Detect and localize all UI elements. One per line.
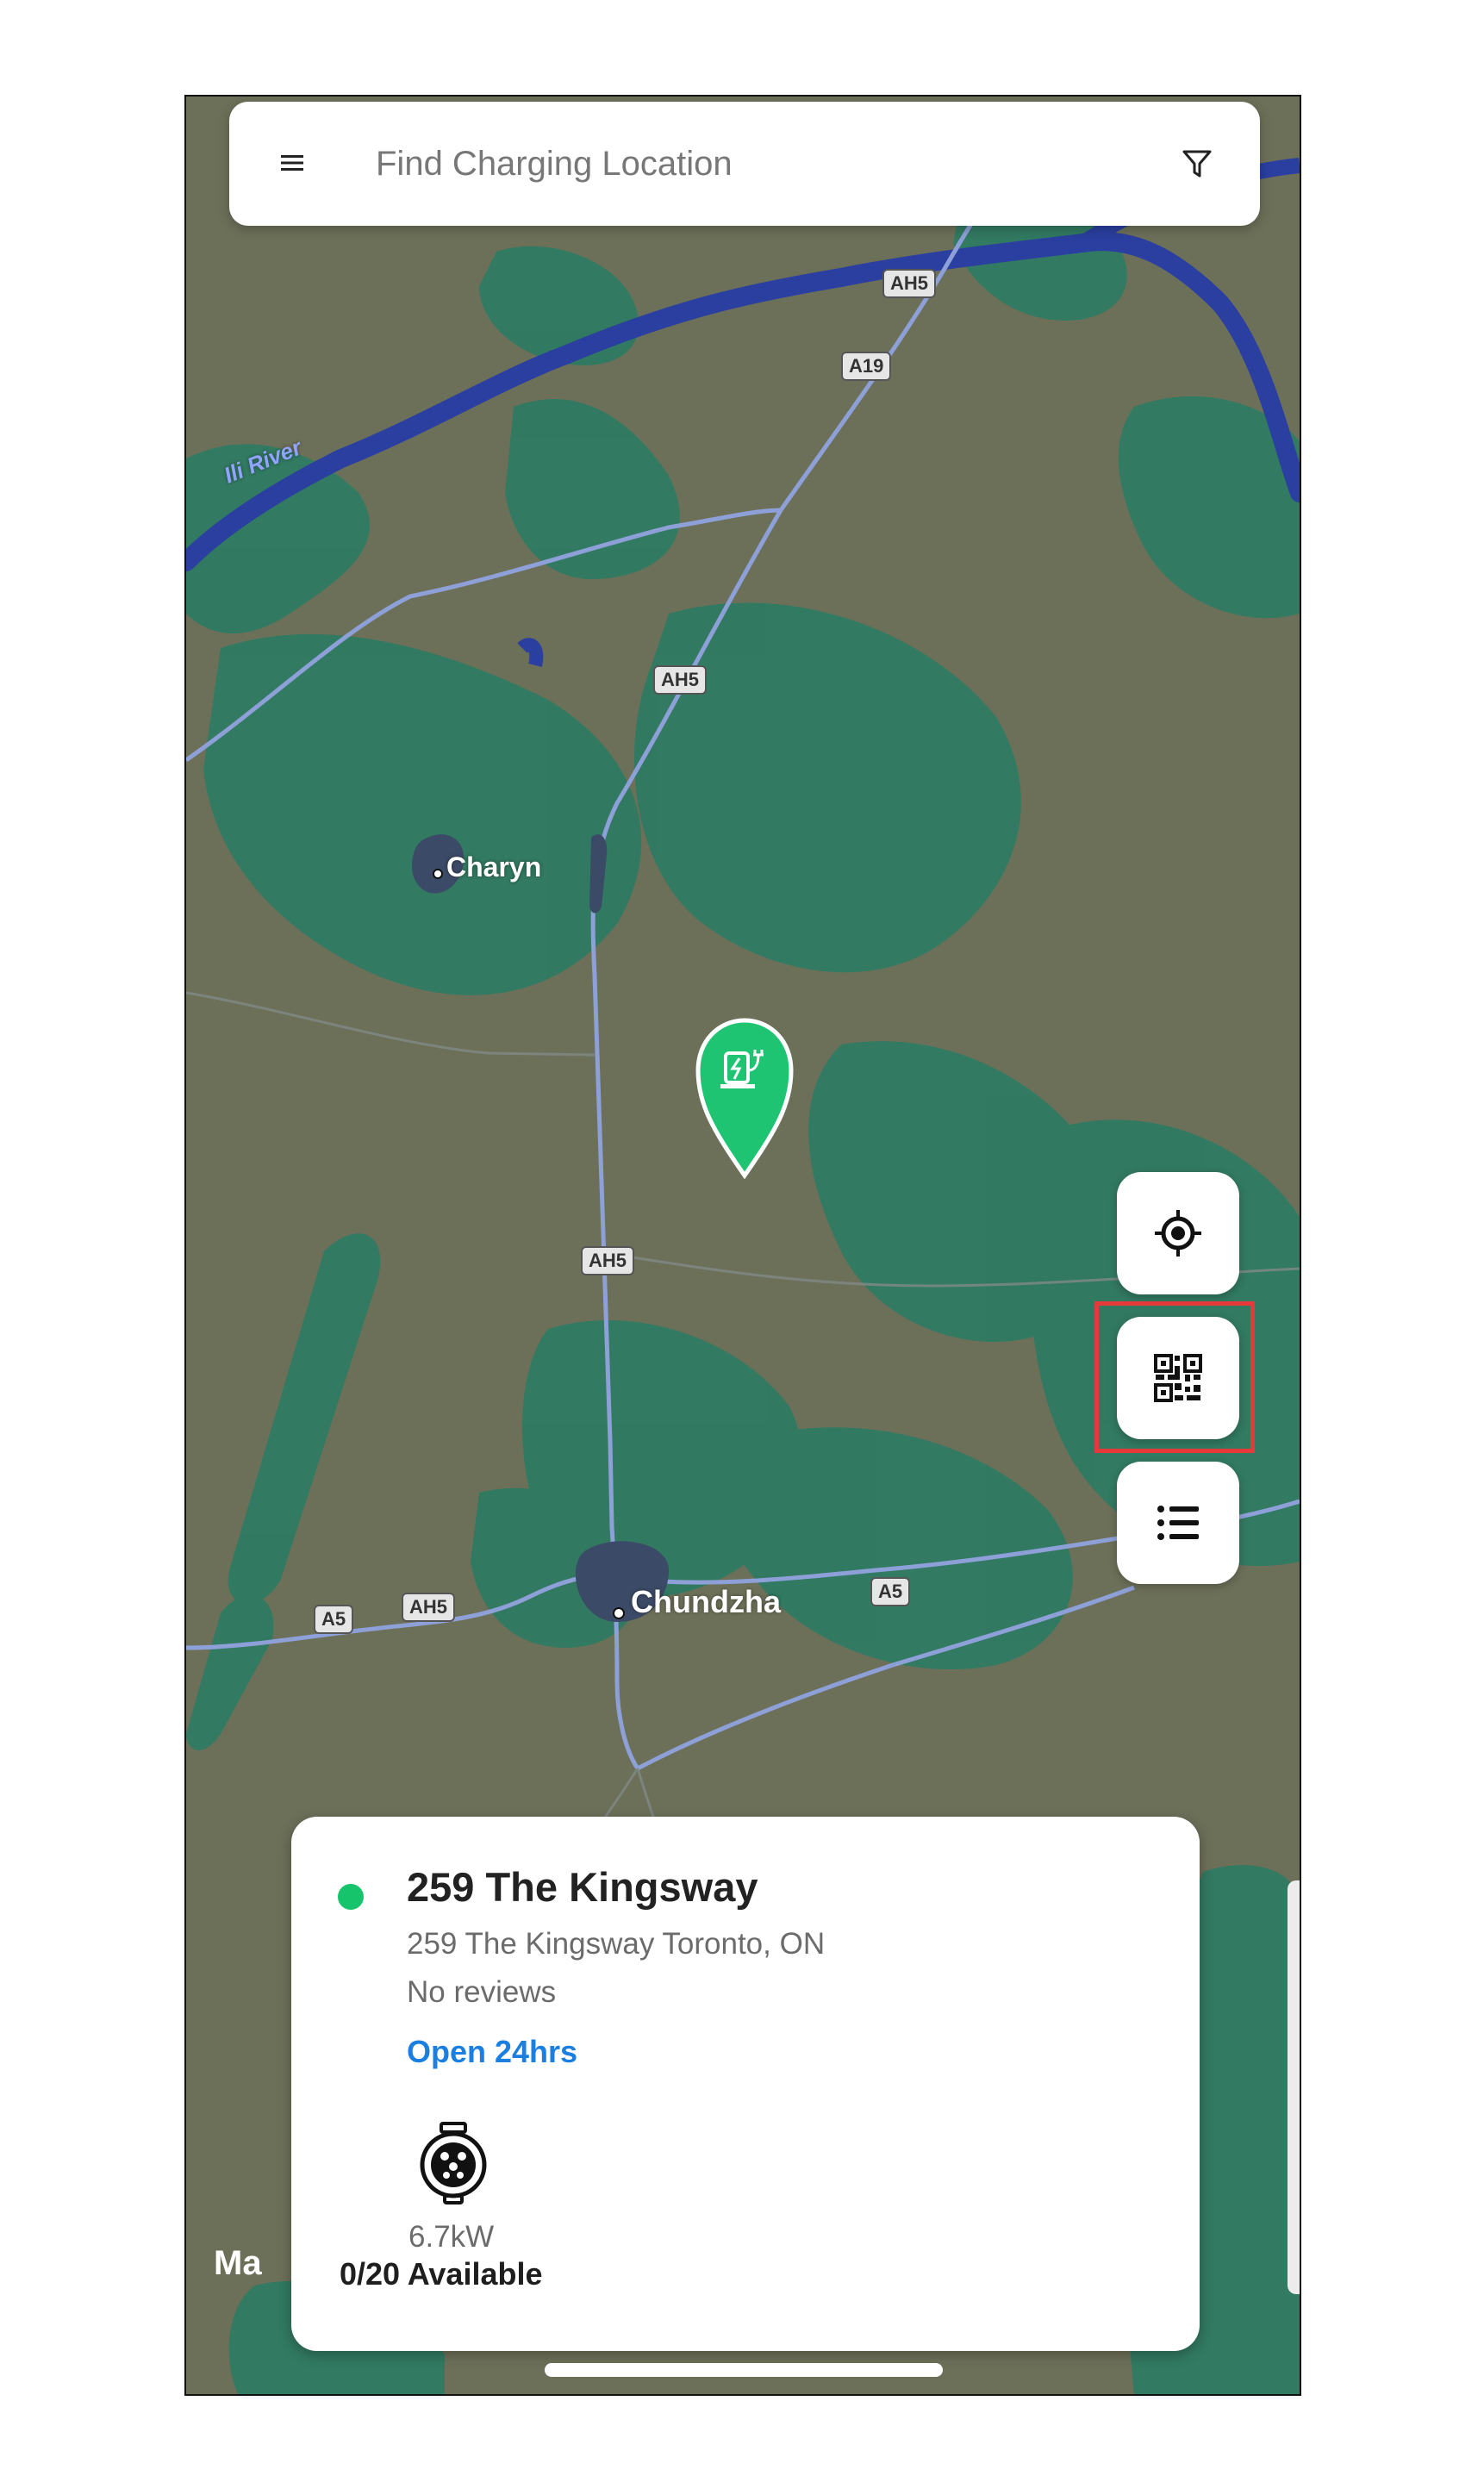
search-input[interactable] [374,136,1136,191]
home-indicator[interactable] [545,2363,943,2377]
apple-maps-attribution[interactable]: Ma [214,2244,262,2283]
location-reviews: No reviews [407,1975,557,2009]
search-bar [229,102,1260,226]
next-card-edge[interactable] [1288,1880,1300,2294]
location-title: 259 The Kingsway [407,1864,758,1910]
j1772-connector-icon [420,2122,487,2204]
road-shield-a19: A19 [841,352,892,381]
qr-button-highlight [1094,1301,1255,1453]
charger-power: 6.7kW [408,2220,495,2254]
location-address: 259 The Kingsway Toronto, ON [407,1927,826,1961]
road-shield-ah5-mid: AH5 [653,665,708,695]
status-dot [338,1884,364,1910]
list-view-button[interactable] [1117,1462,1239,1584]
place-label-chundzha: Chundzha [631,1584,781,1619]
charger-availability: 0/20 Available [340,2256,543,2292]
list-icon [1157,1506,1199,1540]
crosshair-location-icon [1155,1210,1201,1257]
road-shield-a5-east: A5 [870,1577,911,1606]
hamburger-menu-icon[interactable] [279,150,305,176]
phone-screen: Ili River Charyn Chundzha AH5 A19 AH5 AH… [184,95,1301,2396]
road-shield-ah5-south: AH5 [581,1246,635,1275]
road-shield-ah5-west: AH5 [402,1593,456,1622]
filter-icon[interactable] [1181,147,1213,181]
place-label-charyn: Charyn [446,851,542,882]
locate-me-button[interactable] [1117,1172,1239,1294]
location-card[interactable]: 259 The Kingsway 259 The Kingsway Toront… [291,1817,1200,2351]
chundzha-dot [613,1607,625,1619]
road-shield-a5-west: A5 [314,1605,354,1634]
charyn-dot [433,869,443,879]
location-hours: Open 24hrs [407,2034,578,2069]
road-shield-ah5-north: AH5 [882,269,937,298]
